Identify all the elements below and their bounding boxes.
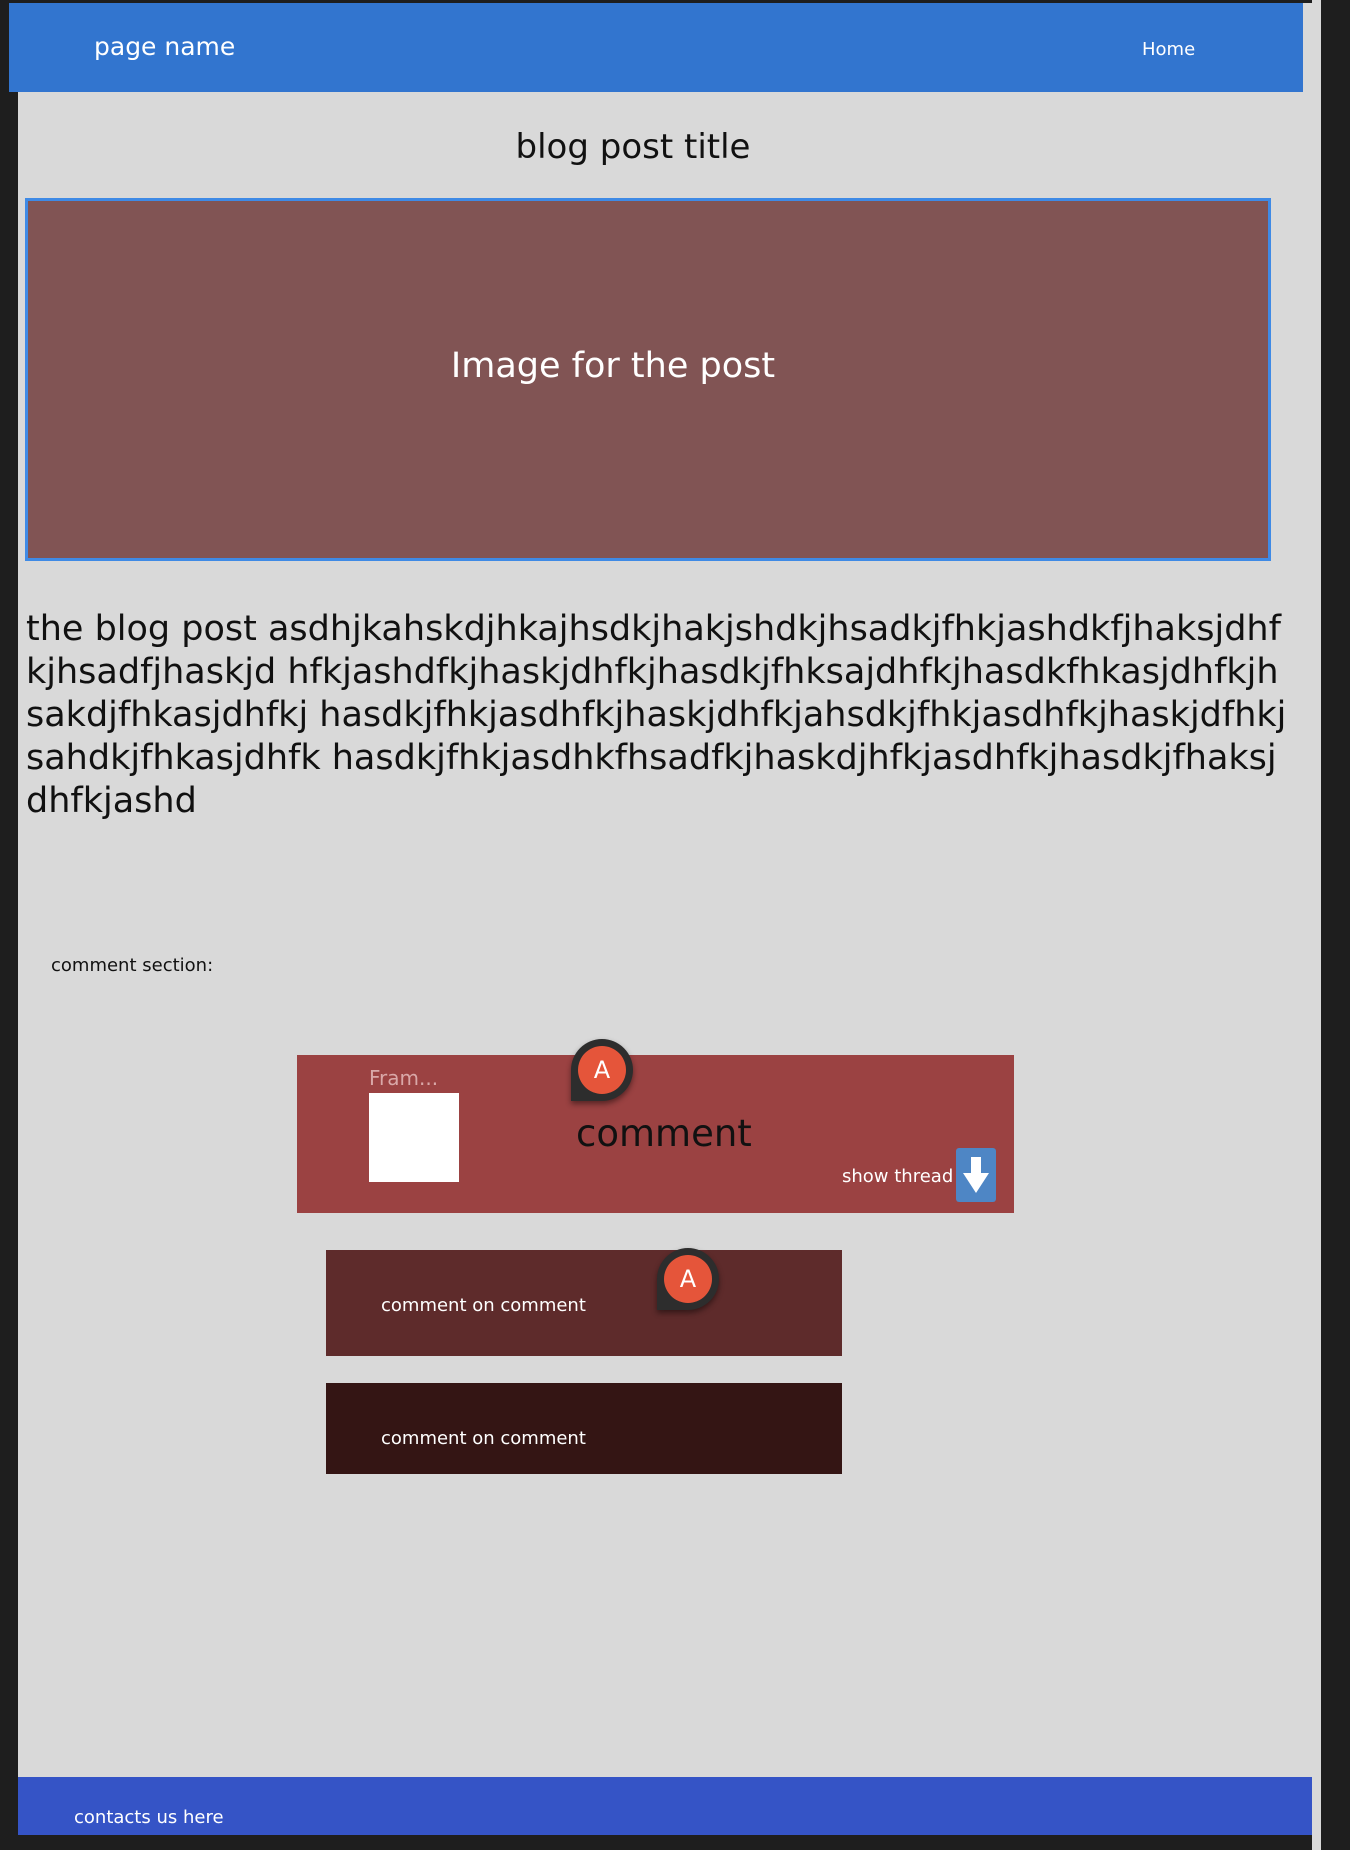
show-thread-label[interactable]: show thread <box>842 1166 953 1187</box>
arrow-down-icon <box>963 1157 989 1193</box>
page-name: page name <box>94 32 236 61</box>
annotation-marker[interactable]: A <box>571 1039 633 1101</box>
annotation-marker-label: A <box>664 1255 712 1303</box>
comment-text: comment <box>576 1112 752 1155</box>
annotation-marker-label: A <box>578 1046 626 1094</box>
annotation-marker[interactable]: A <box>657 1248 719 1310</box>
post-title: blog post title <box>515 127 751 167</box>
show-thread-button[interactable] <box>956 1148 996 1202</box>
canvas-edge <box>1312 0 1321 1850</box>
post-image-caption: Image for the post <box>450 346 776 386</box>
reply-comment-text: comment on comment <box>381 1295 586 1316</box>
frame-label: Fram... <box>369 1066 439 1090</box>
site-header: page name Home <box>9 3 1303 92</box>
site-footer: contacts us here <box>18 1777 1312 1835</box>
comment-section-label: comment section: <box>51 955 214 976</box>
reply-comment: comment on comment <box>326 1250 842 1356</box>
avatar <box>369 1093 459 1182</box>
reply-comment-text: comment on comment <box>381 1428 586 1449</box>
post-image-placeholder: Image for the post <box>25 198 1271 561</box>
contact-link[interactable]: contacts us here <box>74 1807 224 1828</box>
comment-card: Fram... comment show thread <box>297 1055 1014 1213</box>
reply-comment: comment on comment <box>326 1383 842 1474</box>
home-link[interactable]: Home <box>1142 39 1195 60</box>
post-body: the blog post asdhjkahskdjhkajhsdkjhakjs… <box>26 609 1287 821</box>
